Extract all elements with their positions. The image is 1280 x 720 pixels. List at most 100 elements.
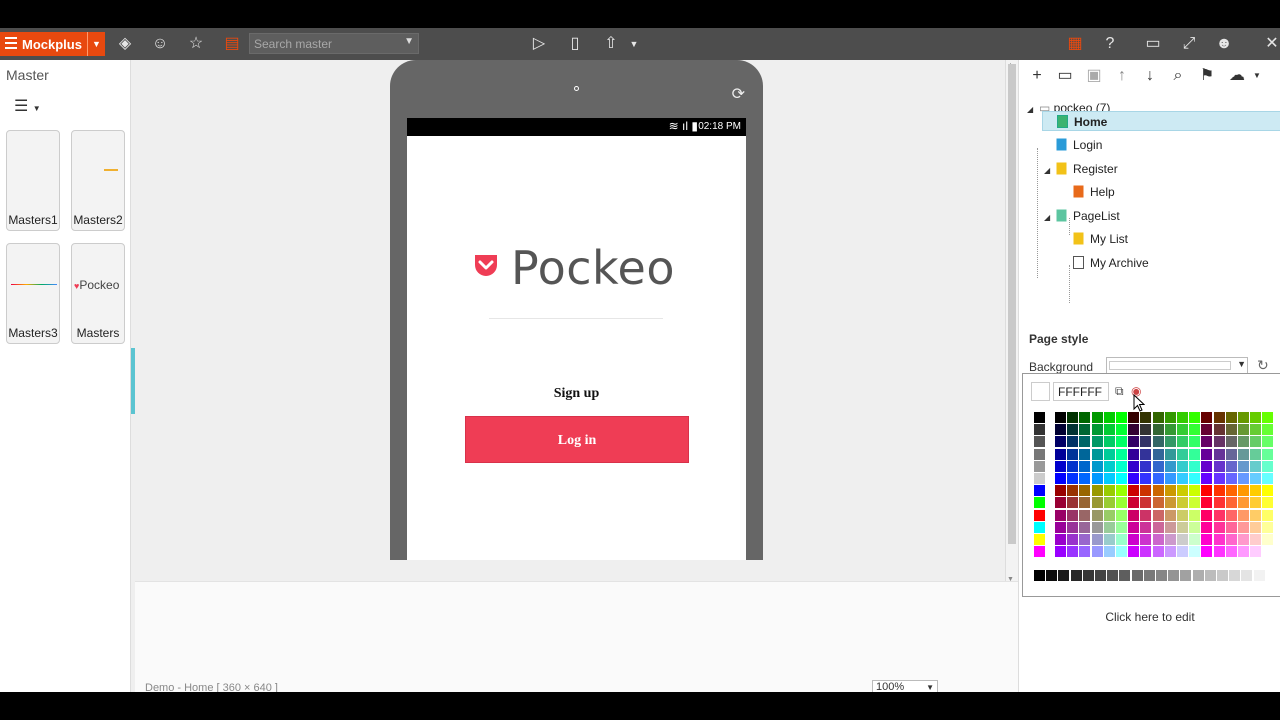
palette-swatch[interactable] [1213, 534, 1225, 545]
palette-swatch[interactable] [1103, 521, 1115, 533]
palette-swatch[interactable] [1201, 534, 1213, 545]
palette-swatch[interactable] [1055, 473, 1066, 484]
palette-swatch[interactable] [1103, 473, 1115, 484]
palette-swatch[interactable] [1177, 436, 1188, 448]
avatar-icon[interactable]: ☻ [1214, 34, 1234, 54]
palette-swatch[interactable] [1225, 412, 1237, 423]
palette-swatch[interactable] [1140, 473, 1152, 484]
palette-swatch[interactable] [1128, 534, 1140, 545]
tree-item-help[interactable]: Help [1073, 182, 1115, 202]
palette-swatch[interactable] [1152, 521, 1164, 533]
chevron-down-icon[interactable]: ▼ [87, 32, 105, 56]
tree-item-pagelist[interactable]: ◢ PageList [1044, 206, 1120, 226]
palette-swatch[interactable] [1262, 521, 1274, 533]
signup-link[interactable]: Sign up [407, 386, 746, 402]
palette-swatch[interactable] [1091, 412, 1103, 423]
palette-swatch[interactable] [1177, 473, 1188, 484]
palette-swatch[interactable] [1140, 460, 1152, 472]
palette-swatch[interactable] [1201, 448, 1213, 460]
palette-swatch[interactable] [1152, 460, 1164, 472]
palette-swatch[interactable] [1143, 570, 1155, 581]
master-thumb-3[interactable]: Masters3 [6, 243, 60, 344]
palette-swatch[interactable] [1067, 485, 1079, 497]
palette-swatch[interactable] [1168, 570, 1180, 581]
palette-swatch[interactable] [1217, 570, 1228, 581]
palette-swatch[interactable] [1164, 485, 1176, 497]
flag-icon[interactable]: ⚑ [1198, 67, 1216, 85]
palette-swatch[interactable] [1091, 460, 1103, 472]
palette-swatch[interactable] [1103, 485, 1115, 497]
palette-swatch[interactable] [1213, 546, 1225, 558]
palette-swatch[interactable] [1201, 424, 1213, 436]
palette-swatch[interactable] [1034, 448, 1045, 460]
palette-swatch[interactable] [1128, 412, 1140, 423]
palette-swatch[interactable] [1225, 485, 1237, 497]
palette-swatch[interactable] [1091, 521, 1103, 533]
palette-swatch[interactable] [1046, 570, 1058, 581]
palette-swatch[interactable] [1250, 473, 1262, 484]
rotate-icon[interactable]: ⟳ [732, 84, 745, 104]
palette-swatch[interactable] [1067, 460, 1079, 472]
palette-swatch[interactable] [1131, 570, 1143, 581]
palette-swatch[interactable] [1177, 534, 1188, 545]
palette-swatch[interactable] [1238, 460, 1249, 472]
palette-swatch[interactable] [1177, 485, 1188, 497]
palette-swatch[interactable] [1116, 521, 1127, 533]
palette-swatch[interactable] [1192, 570, 1204, 581]
login-button[interactable]: Log in [465, 416, 689, 463]
palette-swatch[interactable] [1067, 448, 1079, 460]
palette-swatch[interactable] [1177, 424, 1188, 436]
tree-item-register[interactable]: ◢ Register [1044, 159, 1118, 179]
palette-swatch[interactable] [1119, 570, 1131, 581]
palette-swatch[interactable] [1262, 497, 1274, 509]
design-canvas[interactable]: ⟳ ≋ ıl ▮ 02:18 PM Pockeo Sign up Log in [135, 60, 1005, 593]
palette-swatch[interactable] [1238, 509, 1249, 521]
palette-swatch[interactable] [1091, 436, 1103, 448]
palette-swatch[interactable] [1079, 485, 1091, 497]
palette-swatch[interactable] [1164, 521, 1176, 533]
save-icon[interactable]: ▣ [1085, 67, 1103, 85]
palette-swatch[interactable] [1055, 424, 1066, 436]
palette-swatch[interactable] [1250, 424, 1262, 436]
play-icon[interactable]: ▷ [529, 34, 549, 54]
palette-swatch[interactable] [1055, 509, 1066, 521]
palette-swatch[interactable] [1055, 521, 1066, 533]
palette-swatch[interactable] [1103, 436, 1115, 448]
palette-swatch[interactable] [1091, 448, 1103, 460]
palette-swatch[interactable] [1034, 460, 1045, 472]
palette-swatch[interactable] [1091, 546, 1103, 558]
palette-swatch[interactable] [1238, 546, 1249, 558]
palette-swatch[interactable] [1034, 473, 1045, 484]
palette-swatch[interactable] [1116, 460, 1127, 472]
tree-item-my-list[interactable]: My List [1073, 229, 1128, 249]
palette-swatch[interactable] [1079, 546, 1091, 558]
palette-swatch[interactable] [1262, 436, 1274, 448]
palette-swatch[interactable] [1128, 473, 1140, 484]
palette-swatch[interactable] [1140, 485, 1152, 497]
palette-swatch[interactable] [1238, 521, 1249, 533]
grid-icon[interactable]: ▦ [1065, 34, 1085, 54]
palette-swatch[interactable] [1204, 570, 1216, 581]
palette-swatch[interactable] [1091, 485, 1103, 497]
chevron-down-icon[interactable]: ▼ [404, 36, 414, 47]
palette-swatch[interactable] [1055, 412, 1066, 423]
palette-swatch[interactable] [1128, 546, 1140, 558]
palette-swatch[interactable] [1034, 412, 1045, 423]
palette-swatch[interactable] [1213, 460, 1225, 472]
palette-swatch[interactable] [1250, 509, 1262, 521]
palette-swatch[interactable] [1055, 460, 1066, 472]
palette-swatch[interactable] [1140, 521, 1152, 533]
widget-icon[interactable]: ▤ [222, 34, 242, 54]
palette-swatch[interactable] [1189, 485, 1201, 497]
palette-swatch[interactable] [1201, 473, 1213, 484]
palette-swatch[interactable] [1238, 473, 1249, 484]
palette-swatch[interactable] [1229, 570, 1241, 581]
palette-swatch[interactable] [1079, 436, 1091, 448]
tree-item-my-archive[interactable]: My Archive [1073, 253, 1149, 273]
palette-swatch[interactable] [1164, 497, 1176, 509]
cloud-icon[interactable]: ☁ [1228, 67, 1246, 85]
palette-swatch[interactable] [1152, 448, 1164, 460]
palette-swatch[interactable] [1034, 485, 1045, 497]
palette-swatch[interactable] [1055, 546, 1066, 558]
palette-swatch[interactable] [1152, 436, 1164, 448]
